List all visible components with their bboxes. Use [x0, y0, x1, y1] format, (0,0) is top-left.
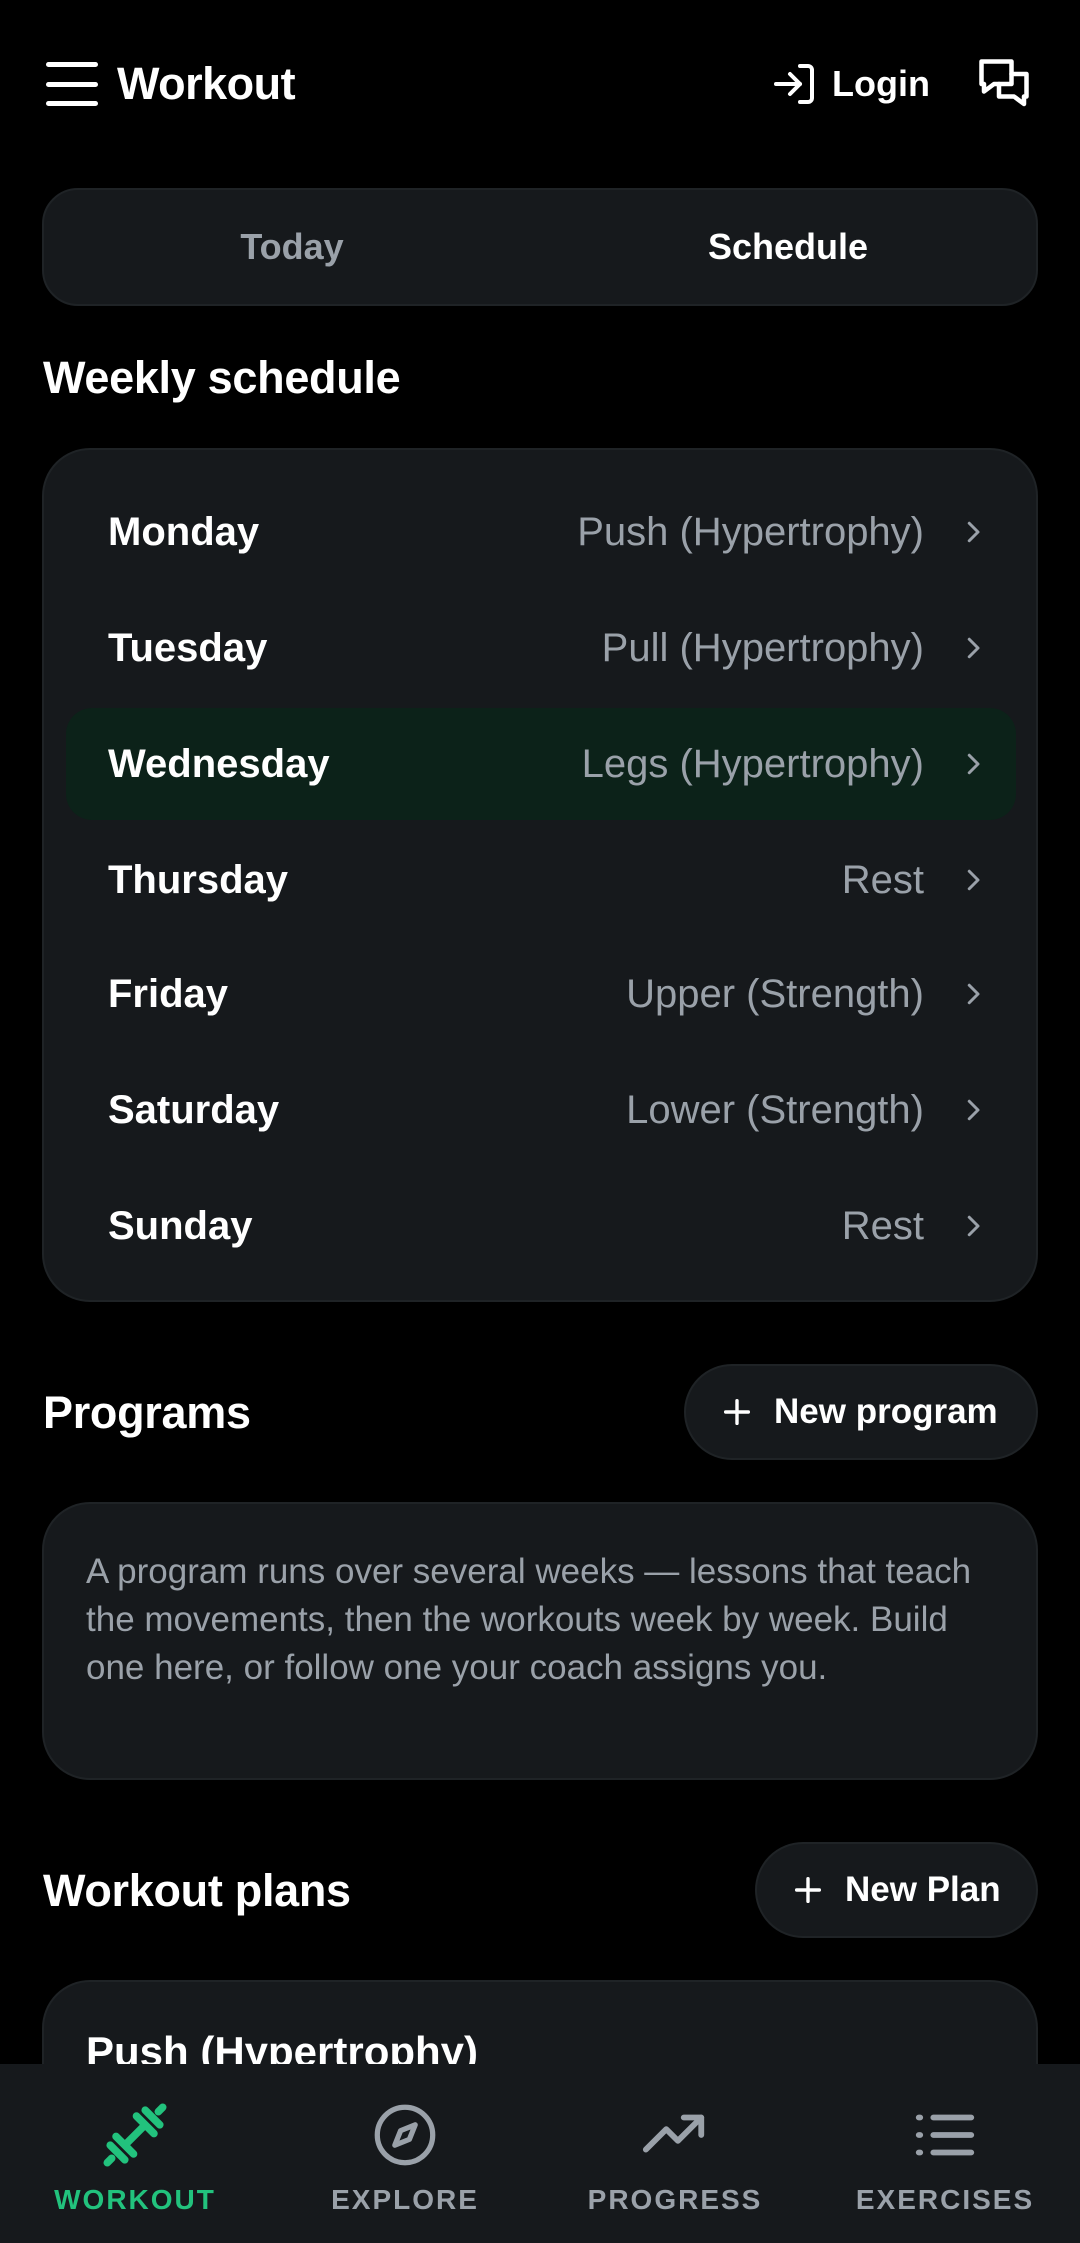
nav-label: WORKOUT — [54, 2184, 216, 2215]
compass-icon — [374, 2104, 436, 2166]
schedule-row-monday[interactable]: Monday Push (Hypertrophy) — [66, 476, 1016, 588]
schedule-row-saturday[interactable]: Saturday Lower (Strength) — [66, 1054, 1016, 1166]
new-plan-label: New Plan — [845, 1870, 1001, 1909]
day-name: Monday — [108, 509, 260, 554]
day-plan: Upper (Strength) — [626, 971, 924, 1016]
top-bar: Workout Login — [0, 0, 1080, 170]
day-name: Sunday — [108, 1203, 253, 1248]
chevron-right-icon — [967, 521, 980, 543]
chevron-right-icon — [967, 869, 980, 891]
day-plan: Lower (Strength) — [626, 1087, 924, 1132]
weekly-schedule-title: Weekly schedule — [43, 352, 401, 403]
day-plan: Pull (Hypertrophy) — [601, 625, 924, 670]
chat-icon[interactable] — [974, 54, 1034, 114]
menu-icon[interactable] — [42, 56, 102, 112]
plus-icon — [723, 1398, 751, 1426]
list-icon — [915, 2114, 975, 2156]
dumbbell-icon — [103, 2103, 167, 2167]
schedule-row-sunday[interactable]: Sunday Rest — [66, 1170, 1016, 1282]
schedule-row-tuesday[interactable]: Tuesday Pull (Hypertrophy) — [66, 592, 1016, 704]
nav-label: EXERCISES — [855, 2184, 1035, 2215]
plus-icon — [794, 1876, 822, 1904]
weekly-schedule-card: Monday Push (Hypertrophy) Tuesday Pull (… — [42, 448, 1038, 1302]
programs-info-card: A program runs over several weeks — less… — [42, 1502, 1038, 1780]
day-plan: Legs (Hypertrophy) — [581, 741, 924, 786]
programs-description: A program runs over several weeks — less… — [86, 1552, 972, 1687]
day-name: Saturday — [108, 1087, 280, 1132]
day-plan: Rest — [841, 857, 924, 902]
app-title: Workout — [117, 58, 296, 109]
day-plan: Push (Hypertrophy) — [577, 509, 924, 554]
new-program-button[interactable]: New program — [684, 1364, 1038, 1460]
chevron-right-icon — [967, 753, 980, 775]
nav-explore[interactable]: EXPLORE — [270, 2064, 540, 2243]
tab-schedule[interactable]: Schedule — [540, 190, 1036, 304]
nav-workout[interactable]: WORKOUT — [0, 2064, 270, 2243]
chevron-right-icon — [967, 1215, 980, 1237]
nav-label: EXPLORE — [331, 2184, 479, 2215]
chevron-right-icon — [967, 983, 980, 1005]
trending-up-icon — [642, 2114, 705, 2153]
nav-exercises[interactable]: EXERCISES — [810, 2064, 1080, 2243]
day-name: Tuesday — [108, 625, 268, 670]
schedule-row-thursday[interactable]: Thursday Rest — [66, 824, 1016, 936]
schedule-row-friday[interactable]: Friday Upper (Strength) — [66, 938, 1016, 1050]
workout-plans-title: Workout plans — [43, 1865, 351, 1916]
login-icon — [774, 64, 814, 104]
new-plan-button[interactable]: New Plan — [755, 1842, 1038, 1938]
nav-label: PROGRESS — [587, 2184, 763, 2215]
login-button[interactable]: Login — [770, 56, 930, 112]
nav-progress[interactable]: PROGRESS — [540, 2064, 810, 2243]
day-name: Friday — [108, 971, 229, 1016]
day-name: Thursday — [108, 857, 289, 902]
day-name: Wednesday — [108, 741, 330, 786]
day-plan: Rest — [841, 1203, 924, 1248]
chevron-right-icon — [967, 1099, 980, 1121]
login-label: Login — [832, 63, 930, 104]
tab-today[interactable]: Today — [44, 190, 540, 304]
programs-title: Programs — [43, 1387, 251, 1438]
view-tabs: Today Schedule — [42, 188, 1038, 306]
chevron-right-icon — [967, 637, 980, 659]
new-program-label: New program — [774, 1392, 998, 1431]
bottom-nav: WORKOUT EXPLORE PROGRESS EXERCISES — [0, 2064, 1080, 2243]
schedule-row-wednesday[interactable]: Wednesday Legs (Hypertrophy) — [66, 708, 1016, 820]
